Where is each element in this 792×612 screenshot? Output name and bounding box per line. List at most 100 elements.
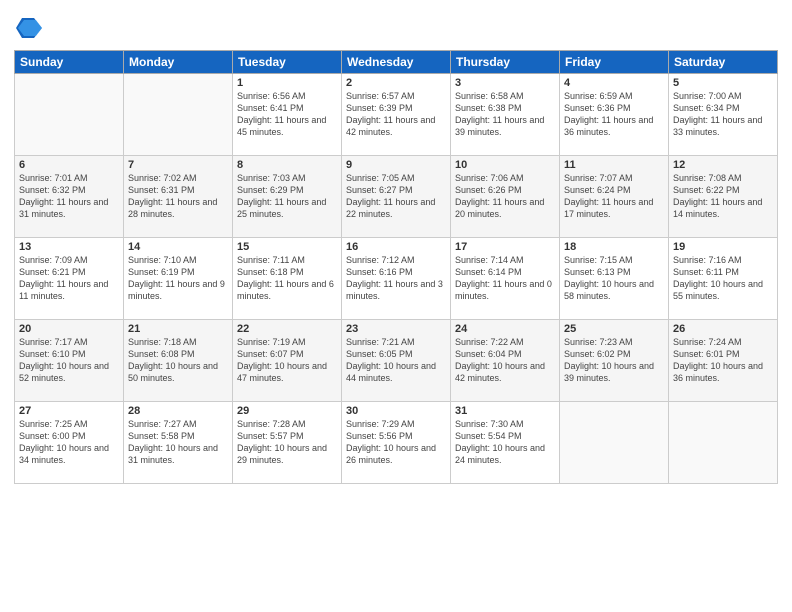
day-info: Sunrise: 7:24 AM Sunset: 6:01 PM Dayligh… — [673, 336, 773, 385]
day-number: 1 — [237, 77, 337, 89]
weekday-header-row: SundayMondayTuesdayWednesdayThursdayFrid… — [15, 51, 778, 74]
day-number: 18 — [564, 241, 664, 253]
day-info: Sunrise: 7:27 AM Sunset: 5:58 PM Dayligh… — [128, 418, 228, 467]
day-info: Sunrise: 7:05 AM Sunset: 6:27 PM Dayligh… — [346, 172, 446, 221]
day-number: 3 — [455, 77, 555, 89]
day-number: 21 — [128, 323, 228, 335]
day-number: 11 — [564, 159, 664, 171]
day-number: 22 — [237, 323, 337, 335]
calendar-cell: 19Sunrise: 7:16 AM Sunset: 6:11 PM Dayli… — [669, 238, 778, 320]
weekday-monday: Monday — [124, 51, 233, 74]
day-number: 24 — [455, 323, 555, 335]
day-info: Sunrise: 7:16 AM Sunset: 6:11 PM Dayligh… — [673, 254, 773, 303]
day-info: Sunrise: 7:00 AM Sunset: 6:34 PM Dayligh… — [673, 90, 773, 139]
calendar-cell: 2Sunrise: 6:57 AM Sunset: 6:39 PM Daylig… — [342, 74, 451, 156]
day-number: 27 — [19, 405, 119, 417]
day-info: Sunrise: 7:18 AM Sunset: 6:08 PM Dayligh… — [128, 336, 228, 385]
calendar-cell: 25Sunrise: 7:23 AM Sunset: 6:02 PM Dayli… — [560, 320, 669, 402]
calendar-cell: 15Sunrise: 7:11 AM Sunset: 6:18 PM Dayli… — [233, 238, 342, 320]
day-info: Sunrise: 7:07 AM Sunset: 6:24 PM Dayligh… — [564, 172, 664, 221]
day-info: Sunrise: 7:28 AM Sunset: 5:57 PM Dayligh… — [237, 418, 337, 467]
day-info: Sunrise: 7:09 AM Sunset: 6:21 PM Dayligh… — [19, 254, 119, 303]
day-info: Sunrise: 7:22 AM Sunset: 6:04 PM Dayligh… — [455, 336, 555, 385]
logo-icon — [14, 14, 42, 42]
calendar-cell: 22Sunrise: 7:19 AM Sunset: 6:07 PM Dayli… — [233, 320, 342, 402]
day-info: Sunrise: 7:17 AM Sunset: 6:10 PM Dayligh… — [19, 336, 119, 385]
calendar-cell: 29Sunrise: 7:28 AM Sunset: 5:57 PM Dayli… — [233, 402, 342, 484]
calendar: SundayMondayTuesdayWednesdayThursdayFrid… — [14, 50, 778, 484]
day-info: Sunrise: 7:02 AM Sunset: 6:31 PM Dayligh… — [128, 172, 228, 221]
calendar-cell: 31Sunrise: 7:30 AM Sunset: 5:54 PM Dayli… — [451, 402, 560, 484]
week-row-5: 27Sunrise: 7:25 AM Sunset: 6:00 PM Dayli… — [15, 402, 778, 484]
day-number: 26 — [673, 323, 773, 335]
day-info: Sunrise: 7:11 AM Sunset: 6:18 PM Dayligh… — [237, 254, 337, 303]
week-row-1: 1Sunrise: 6:56 AM Sunset: 6:41 PM Daylig… — [15, 74, 778, 156]
weekday-sunday: Sunday — [15, 51, 124, 74]
day-number: 4 — [564, 77, 664, 89]
day-number: 28 — [128, 405, 228, 417]
calendar-cell — [124, 74, 233, 156]
calendar-cell: 20Sunrise: 7:17 AM Sunset: 6:10 PM Dayli… — [15, 320, 124, 402]
calendar-cell: 9Sunrise: 7:05 AM Sunset: 6:27 PM Daylig… — [342, 156, 451, 238]
calendar-cell: 7Sunrise: 7:02 AM Sunset: 6:31 PM Daylig… — [124, 156, 233, 238]
day-number: 15 — [237, 241, 337, 253]
weekday-wednesday: Wednesday — [342, 51, 451, 74]
header — [14, 10, 778, 42]
calendar-cell: 16Sunrise: 7:12 AM Sunset: 6:16 PM Dayli… — [342, 238, 451, 320]
day-info: Sunrise: 7:06 AM Sunset: 6:26 PM Dayligh… — [455, 172, 555, 221]
day-number: 12 — [673, 159, 773, 171]
day-info: Sunrise: 7:03 AM Sunset: 6:29 PM Dayligh… — [237, 172, 337, 221]
day-number: 20 — [19, 323, 119, 335]
day-number: 2 — [346, 77, 446, 89]
week-row-3: 13Sunrise: 7:09 AM Sunset: 6:21 PM Dayli… — [15, 238, 778, 320]
calendar-cell: 30Sunrise: 7:29 AM Sunset: 5:56 PM Dayli… — [342, 402, 451, 484]
day-number: 14 — [128, 241, 228, 253]
day-info: Sunrise: 7:21 AM Sunset: 6:05 PM Dayligh… — [346, 336, 446, 385]
day-number: 6 — [19, 159, 119, 171]
day-info: Sunrise: 7:08 AM Sunset: 6:22 PM Dayligh… — [673, 172, 773, 221]
day-number: 23 — [346, 323, 446, 335]
day-info: Sunrise: 7:19 AM Sunset: 6:07 PM Dayligh… — [237, 336, 337, 385]
day-info: Sunrise: 7:15 AM Sunset: 6:13 PM Dayligh… — [564, 254, 664, 303]
calendar-cell: 27Sunrise: 7:25 AM Sunset: 6:00 PM Dayli… — [15, 402, 124, 484]
day-info: Sunrise: 6:59 AM Sunset: 6:36 PM Dayligh… — [564, 90, 664, 139]
day-number: 17 — [455, 241, 555, 253]
calendar-cell: 13Sunrise: 7:09 AM Sunset: 6:21 PM Dayli… — [15, 238, 124, 320]
calendar-cell: 21Sunrise: 7:18 AM Sunset: 6:08 PM Dayli… — [124, 320, 233, 402]
day-number: 10 — [455, 159, 555, 171]
day-number: 29 — [237, 405, 337, 417]
calendar-cell — [669, 402, 778, 484]
calendar-cell: 10Sunrise: 7:06 AM Sunset: 6:26 PM Dayli… — [451, 156, 560, 238]
calendar-cell: 1Sunrise: 6:56 AM Sunset: 6:41 PM Daylig… — [233, 74, 342, 156]
week-row-2: 6Sunrise: 7:01 AM Sunset: 6:32 PM Daylig… — [15, 156, 778, 238]
day-info: Sunrise: 6:56 AM Sunset: 6:41 PM Dayligh… — [237, 90, 337, 139]
day-number: 5 — [673, 77, 773, 89]
calendar-cell — [560, 402, 669, 484]
calendar-cell: 6Sunrise: 7:01 AM Sunset: 6:32 PM Daylig… — [15, 156, 124, 238]
calendar-cell: 14Sunrise: 7:10 AM Sunset: 6:19 PM Dayli… — [124, 238, 233, 320]
day-info: Sunrise: 7:29 AM Sunset: 5:56 PM Dayligh… — [346, 418, 446, 467]
calendar-cell: 23Sunrise: 7:21 AM Sunset: 6:05 PM Dayli… — [342, 320, 451, 402]
weekday-thursday: Thursday — [451, 51, 560, 74]
weekday-saturday: Saturday — [669, 51, 778, 74]
day-number: 19 — [673, 241, 773, 253]
calendar-cell: 28Sunrise: 7:27 AM Sunset: 5:58 PM Dayli… — [124, 402, 233, 484]
calendar-cell: 18Sunrise: 7:15 AM Sunset: 6:13 PM Dayli… — [560, 238, 669, 320]
calendar-cell: 24Sunrise: 7:22 AM Sunset: 6:04 PM Dayli… — [451, 320, 560, 402]
calendar-cell: 5Sunrise: 7:00 AM Sunset: 6:34 PM Daylig… — [669, 74, 778, 156]
day-number: 25 — [564, 323, 664, 335]
logo — [14, 14, 44, 42]
page: SundayMondayTuesdayWednesdayThursdayFrid… — [0, 0, 792, 612]
day-info: Sunrise: 7:14 AM Sunset: 6:14 PM Dayligh… — [455, 254, 555, 303]
day-number: 30 — [346, 405, 446, 417]
day-info: Sunrise: 7:10 AM Sunset: 6:19 PM Dayligh… — [128, 254, 228, 303]
day-number: 8 — [237, 159, 337, 171]
day-number: 9 — [346, 159, 446, 171]
calendar-cell: 4Sunrise: 6:59 AM Sunset: 6:36 PM Daylig… — [560, 74, 669, 156]
calendar-cell — [15, 74, 124, 156]
day-number: 16 — [346, 241, 446, 253]
calendar-cell: 17Sunrise: 7:14 AM Sunset: 6:14 PM Dayli… — [451, 238, 560, 320]
day-info: Sunrise: 7:12 AM Sunset: 6:16 PM Dayligh… — [346, 254, 446, 303]
day-info: Sunrise: 7:23 AM Sunset: 6:02 PM Dayligh… — [564, 336, 664, 385]
weekday-friday: Friday — [560, 51, 669, 74]
